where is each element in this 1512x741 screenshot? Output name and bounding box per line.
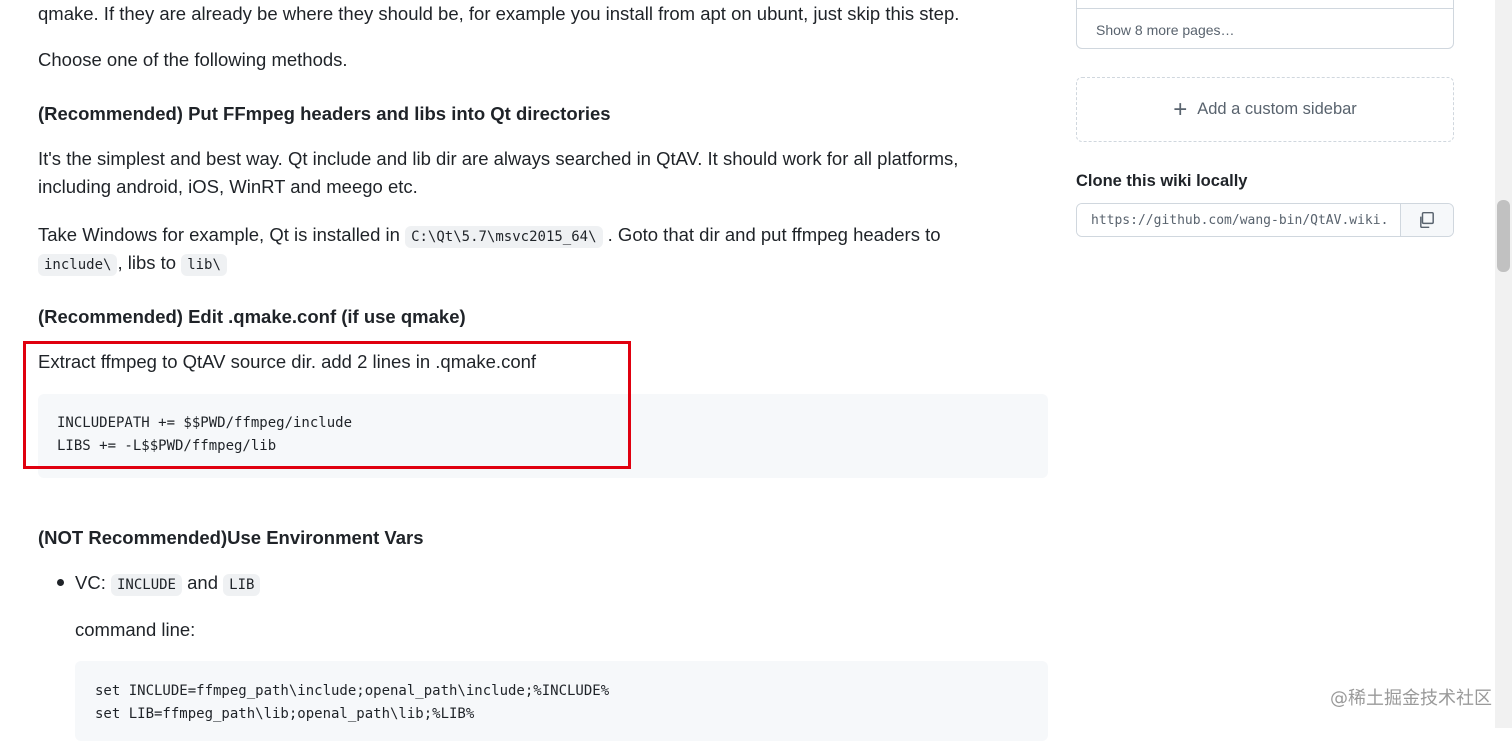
plus-icon: + <box>1173 95 1188 123</box>
red-highlight-annotation <box>23 341 631 469</box>
clone-url-group <box>1076 203 1454 237</box>
watermark: @稀土掘金技术社区 <box>1330 688 1492 709</box>
heading-put-ffmpeg: (Recommended) Put FFmpeg headers and lib… <box>38 103 611 124</box>
inline-code-lib: lib\ <box>181 254 227 276</box>
show-more-pages-link[interactable]: Show 8 more pages… <box>1096 22 1235 38</box>
list-bullet <box>57 579 64 586</box>
copy-url-button[interactable] <box>1400 204 1453 236</box>
scrollbar-thumb[interactable] <box>1497 200 1510 272</box>
windows-text-c: , libs to <box>117 252 177 273</box>
copy-icon <box>1420 211 1434 229</box>
windows-text-b: . Goto that dir and put ffmpeg headers t… <box>607 224 941 245</box>
vc-label: VC: <box>75 572 106 593</box>
paragraph-windows-line2: include\, libs to lib\ <box>38 249 227 279</box>
heading-edit-qmake-conf: (Recommended) Edit .qmake.conf (if use q… <box>38 306 466 327</box>
choose-method-text: Choose one of the following methods. <box>38 49 348 70</box>
paragraph-windows-line1: Take Windows for example, Qt is installe… <box>38 221 941 251</box>
clone-wiki-title: Clone this wiki locally <box>1076 172 1248 190</box>
page-scrollbar[interactable] <box>1495 0 1512 728</box>
divider <box>1077 8 1453 9</box>
add-custom-sidebar-label: Add a custom sidebar <box>1197 100 1357 118</box>
pages-list-box: Show 8 more pages… <box>1076 0 1454 49</box>
paragraph-simplest-line2: including android, iOS, WinRT and meego … <box>38 176 418 197</box>
and-text: and <box>187 572 219 593</box>
inline-code-qt-path: C:\Qt\5.7\msvc2015_64\ <box>405 226 603 248</box>
add-custom-sidebar-button[interactable]: + Add a custom sidebar <box>1076 77 1454 142</box>
inline-code-include-var: INCLUDE <box>110 574 182 596</box>
inline-code-lib-var: LIB <box>223 574 261 596</box>
windows-text-a: Take Windows for example, Qt is installe… <box>38 224 400 245</box>
command-line-label: command line: <box>75 619 196 640</box>
inline-code-include: include\ <box>38 254 118 276</box>
code-line: set INCLUDE=ffmpeg_path\include;openal_p… <box>95 683 610 699</box>
intro-paragraph-tail: qmake. If they are already be where they… <box>38 3 960 24</box>
list-item-vc: VC: INCLUDE and LIB <box>75 569 261 599</box>
code-line: set LIB=ffmpeg_path\lib;openal_path\lib;… <box>95 706 475 722</box>
clone-url-input[interactable] <box>1077 204 1400 236</box>
paragraph-simplest-line1: It's the simplest and best way. Qt inclu… <box>38 148 959 169</box>
code-block-env-vars[interactable]: set INCLUDE=ffmpeg_path\include;openal_p… <box>75 661 1048 741</box>
heading-env-vars: (NOT Recommended)Use Environment Vars <box>38 527 424 548</box>
